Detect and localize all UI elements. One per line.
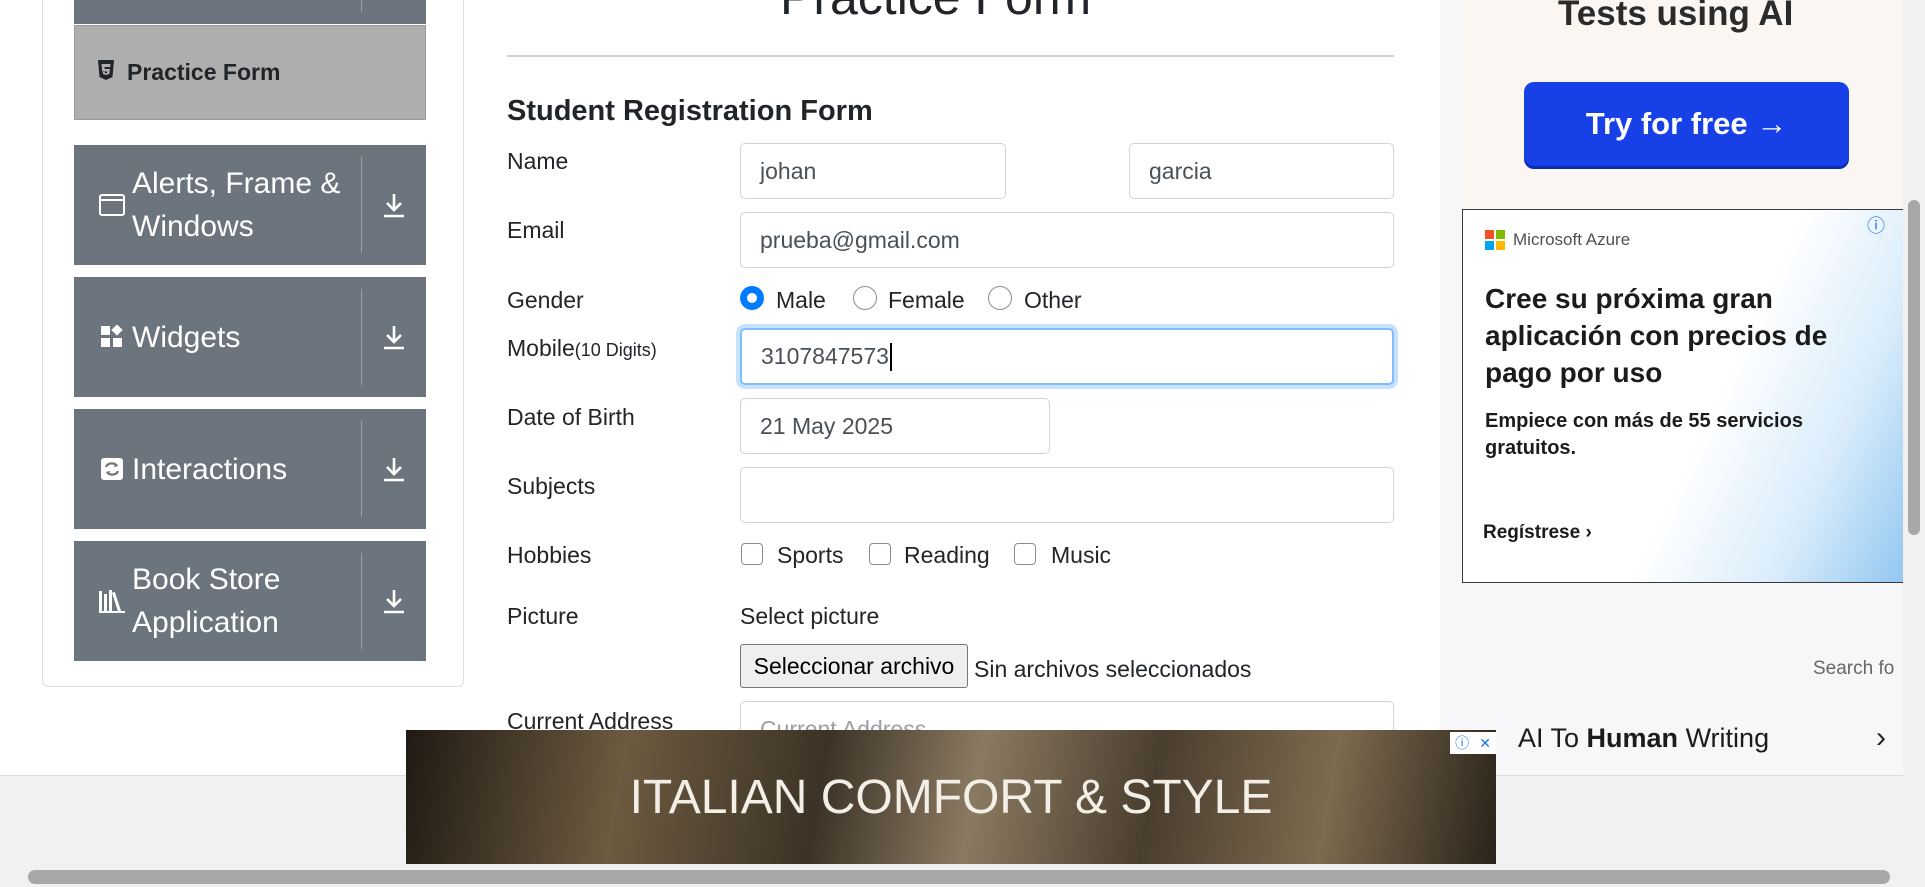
hobby-sports-checkbox[interactable] xyxy=(741,543,763,565)
ad-info-icon[interactable]: ⓘ xyxy=(1455,733,1469,753)
sidebar-group-alerts[interactable]: Alerts, Frame & Windows xyxy=(74,145,426,265)
last-name-input[interactable]: garcia xyxy=(1129,143,1394,199)
sidebar-group-widgets[interactable]: Widgets xyxy=(74,277,426,397)
mobile-value: 3107847573 xyxy=(761,343,889,369)
chevron-down-icon[interactable] xyxy=(376,0,412,24)
hobby-music-checkbox[interactable] xyxy=(1014,543,1036,565)
azure-cta[interactable]: Regístrese › xyxy=(1483,522,1592,544)
gender-female-radio[interactable] xyxy=(853,286,877,310)
mobile-label-text: Mobile xyxy=(507,335,575,361)
ad-top-title: Tests using AI xyxy=(1558,0,1794,33)
chevron-right-icon: › xyxy=(1876,721,1886,754)
hobby-reading-checkbox[interactable] xyxy=(869,543,891,565)
subjects-label: Subjects xyxy=(507,473,596,499)
page-title: Practice Form xyxy=(780,0,1091,26)
sidebar-item-label: Practice Form xyxy=(127,59,281,85)
azure-cta-text: Regístrese xyxy=(1483,522,1581,543)
widgets-icon xyxy=(98,325,126,349)
ad-info-icon[interactable]: ⓘ xyxy=(1867,212,1885,238)
subjects-input[interactable] xyxy=(740,467,1394,523)
azure-subtext: Empiece con más de 55 servicios gratuito… xyxy=(1485,410,1803,459)
ai-writing-label: AI To Human Writing xyxy=(1518,723,1769,754)
ai-writing-bold: Human xyxy=(1586,722,1679,753)
sidebar-group-label: Alerts, Frame & Windows xyxy=(132,167,341,243)
close-icon[interactable]: ✕ xyxy=(1479,735,1491,752)
html5-icon xyxy=(97,59,119,86)
gender-male-label[interactable]: Male xyxy=(776,287,826,314)
azure-ad[interactable]: Microsoft Azure Cree su próxima gran apl… xyxy=(1462,209,1910,583)
try-for-free-button[interactable]: Try for free → xyxy=(1524,82,1849,166)
form-title: Student Registration Form xyxy=(507,95,873,127)
divider xyxy=(507,55,1394,57)
ai-writing-post: Writing xyxy=(1678,722,1770,753)
mobile-input[interactable]: 3107847573 xyxy=(740,328,1394,385)
name-label: Name xyxy=(507,148,569,174)
azure-brand-text: Microsoft Azure xyxy=(1513,230,1631,249)
date-of-birth-input[interactable]: 21 May 2025 xyxy=(740,398,1050,454)
microsoft-logo-icon xyxy=(1485,230,1505,250)
ai-writing-pre: AI To xyxy=(1518,722,1587,753)
hobbies-label: Hobbies xyxy=(507,542,592,568)
mobile-label: Mobile(10 Digits) xyxy=(507,335,657,362)
download-arrow-icon[interactable] xyxy=(376,541,412,661)
books-icon xyxy=(98,589,126,613)
sidebar-group-label: Widgets xyxy=(132,320,241,354)
first-name-input[interactable]: johan xyxy=(740,143,1006,199)
azure-brand: Microsoft Azure xyxy=(1485,230,1630,250)
interactions-icon xyxy=(98,457,126,481)
sidebar-group-forms[interactable] xyxy=(74,0,426,24)
select-picture-label: Select picture xyxy=(740,603,880,629)
dob-label: Date of Birth xyxy=(507,404,635,430)
gender-male-radio[interactable] xyxy=(740,286,764,310)
azure-headline: Cree su próxima gran aplicación con prec… xyxy=(1485,283,1828,388)
download-arrow-icon[interactable] xyxy=(376,145,412,265)
file-status-text: Sin archivos seleccionados xyxy=(974,656,1252,682)
email-label: Email xyxy=(507,217,565,243)
choose-file-button[interactable]: Seleccionar archivo xyxy=(740,644,968,688)
download-arrow-icon[interactable] xyxy=(376,409,412,529)
search-text: Search fo xyxy=(1813,658,1895,679)
gender-female-label[interactable]: Female xyxy=(888,287,965,314)
email-input[interactable]: prueba@gmail.com xyxy=(740,212,1394,268)
chevron-right-icon: › xyxy=(1585,522,1592,543)
sidebar-item-practice-form[interactable]: Practice Form xyxy=(74,25,426,120)
hobby-reading-label[interactable]: Reading xyxy=(904,542,990,569)
window-icon xyxy=(98,194,126,216)
hobby-sports-label[interactable]: Sports xyxy=(777,542,843,569)
hobby-music-label[interactable]: Music xyxy=(1051,542,1111,569)
ad-close-controls[interactable]: ⓘ ✕ xyxy=(1450,732,1496,754)
bottom-banner-ad[interactable]: ITALIAN COMFORT & STYLE xyxy=(406,730,1496,864)
horizontal-scrollbar-thumb[interactable] xyxy=(28,870,1890,884)
sidebar-group-bookstore[interactable]: Book Store Application xyxy=(74,541,426,661)
sidebar-group-interactions[interactable]: Interactions xyxy=(74,409,426,529)
sidebar-group-label: Book Store Application xyxy=(132,563,281,639)
sidebar-group-label: Interactions xyxy=(132,452,288,486)
gender-other-label[interactable]: Other xyxy=(1024,287,1082,314)
picture-label: Picture xyxy=(507,603,579,629)
mobile-hint: (10 Digits) xyxy=(574,340,657,360)
gender-label: Gender xyxy=(507,287,584,313)
download-arrow-icon[interactable] xyxy=(376,277,412,397)
gender-other-radio[interactable] xyxy=(988,286,1012,310)
vertical-scrollbar-thumb[interactable] xyxy=(1908,200,1920,535)
ai-writing-link[interactable]: AI To Human Writing › xyxy=(1462,712,1910,764)
